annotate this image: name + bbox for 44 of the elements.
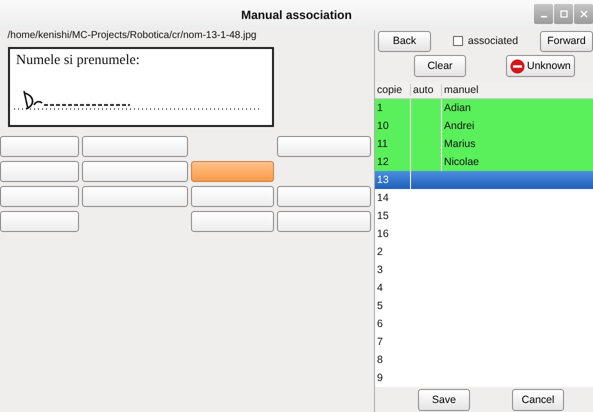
- table-row[interactable]: 1 Adian: [375, 99, 593, 117]
- table-cell-text: 8: [376, 353, 384, 368]
- table-cell-text: 10: [376, 119, 390, 134]
- table-cell-text: 1: [376, 101, 384, 116]
- table-cell-text: 12: [376, 155, 390, 170]
- table-cell-text: 16: [376, 227, 390, 242]
- table-row[interactable]: 10 Andrei: [375, 117, 593, 135]
- associated-checkbox[interactable]: associated: [452, 35, 518, 47]
- table-row[interactable]: 4: [375, 279, 593, 297]
- cancel-button[interactable]: Cancel: [512, 388, 564, 410]
- back-button[interactable]: Back: [378, 30, 431, 52]
- clear-button[interactable]: Clear: [414, 55, 466, 77]
- unknown-button[interactable]: Unknown: [506, 55, 575, 77]
- table-row[interactable]: 6: [375, 315, 593, 333]
- table-row[interactable]: 16: [375, 225, 593, 243]
- table-row[interactable]: 13: [375, 171, 593, 189]
- table-cell-text: 13: [376, 173, 390, 188]
- table-row[interactable]: 3: [375, 261, 593, 279]
- table-cell-text: 14: [376, 191, 390, 206]
- table-row[interactable]: 11 Marius: [375, 135, 593, 153]
- table-cell-text: 6: [376, 317, 384, 332]
- column-header[interactable]: auto: [410, 84, 441, 96]
- table-row[interactable]: 7: [375, 333, 593, 351]
- table-cell-text: 7: [376, 335, 384, 350]
- table-cell-text: 2: [376, 245, 384, 260]
- column-header[interactable]: copie: [375, 84, 410, 96]
- table-cell-text: 15: [376, 209, 390, 224]
- table-cell-text: 5: [376, 299, 384, 314]
- column-header[interactable]: manuel: [441, 84, 593, 96]
- table-cell-text: 9: [376, 371, 384, 386]
- table-cell-text: 4: [376, 281, 384, 296]
- table-cell-text: 11: [376, 137, 389, 152]
- table-row[interactable]: 5: [375, 297, 593, 315]
- forward-button[interactable]: Forward: [540, 30, 593, 52]
- form-label: Numele si prenumele:: [15, 52, 141, 69]
- table-cell-text: 3: [376, 263, 384, 278]
- save-button[interactable]: Save: [418, 388, 470, 410]
- table-row[interactable]: 15: [375, 207, 593, 225]
- table-row[interactable]: 2: [375, 243, 593, 261]
- file-path: /home/kenishi/MC-Projects/Robotica/cr/nom-13-1-48.jpg: [6, 30, 258, 43]
- table-row[interactable]: 14: [375, 189, 593, 207]
- window-title: Manual association: [241, 8, 352, 22]
- table-row[interactable]: 12 Nicolae: [375, 153, 593, 171]
- table-row[interactable]: 8: [375, 351, 593, 369]
